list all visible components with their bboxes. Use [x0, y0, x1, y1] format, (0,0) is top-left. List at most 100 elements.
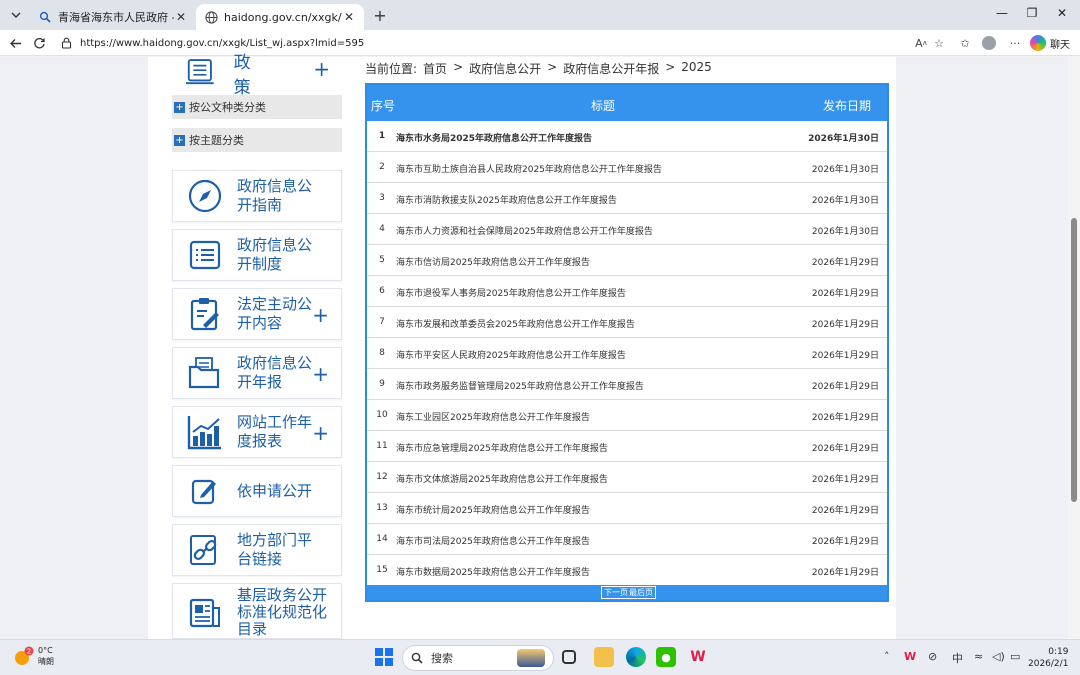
table-footer: 下一页 最后页 — [367, 585, 887, 600]
table-row[interactable]: 7 海东市发展和改革委员会2025年政府信息公开工作年度报告 2026年1月29日 — [367, 307, 887, 338]
row-title-link[interactable]: 海东市水务局2025年政府信息公开工作年度报告 — [396, 131, 786, 144]
table-row[interactable]: 4 海东市人力资源和社会保障局2025年政府信息公开工作年度报告 2026年1月30… — [367, 214, 887, 245]
row-title-link[interactable]: 海东市应急管理局2025年政府信息公开工作年度报告 — [396, 441, 786, 454]
sidebar-card-application[interactable]: 依申请公开 — [172, 465, 342, 517]
breadcrumb-link-home[interactable]: 首页 — [423, 60, 447, 77]
row-date: 2026年1月29日 — [811, 289, 879, 299]
expand-plus-icon[interactable]: + — [313, 57, 330, 81]
table-row[interactable]: 3 海东市消防救援支队2025年政府信息公开工作年度报告 2026年1月30日 — [367, 183, 887, 214]
volume-icon[interactable]: ◁) — [992, 650, 1005, 663]
sidebar-card-mandatory[interactable]: 法定主动公开内容 + — [172, 288, 342, 340]
tab-search[interactable]: 青海省海东市人民政府 - 搜索 ✕ — [30, 4, 196, 30]
read-aloud-icon[interactable]: Aʌ — [912, 34, 930, 52]
breadcrumb-link-info[interactable]: 政府信息公开 — [469, 60, 541, 77]
next-page-link[interactable]: 下一页 — [604, 587, 628, 598]
sidebar-policy-item[interactable]: 政 策 + — [172, 53, 342, 98]
table-row[interactable]: 14 海东市司法局2025年政府信息公开工作年度报告 2026年1月29日 — [367, 524, 887, 555]
row-title-link[interactable]: 海东市发展和改革委员会2025年政府信息公开工作年度报告 — [396, 317, 786, 330]
row-title-link[interactable]: 海东市数据局2025年政府信息公开工作年度报告 — [396, 565, 786, 578]
row-title-link[interactable]: 海东市文体旅游局2025年政府信息公开工作年度报告 — [396, 472, 786, 485]
edit-form-icon — [187, 473, 223, 509]
sidebar-card-system[interactable]: 政府信息公开制度 — [172, 229, 342, 281]
row-number: 14 — [376, 534, 388, 544]
wechat-icon[interactable]: ● — [656, 647, 676, 667]
file-explorer-icon[interactable] — [594, 647, 614, 667]
breadcrumb-separator: > — [665, 60, 676, 74]
wifi-icon[interactable]: ≈ — [974, 650, 983, 663]
profile-avatar[interactable] — [980, 34, 998, 52]
row-title-link[interactable]: 海东市退役军人事务局2025年政府信息公开工作年度报告 — [396, 286, 786, 299]
card-label: 网站工作年度报表 — [237, 413, 313, 450]
wps-tray-icon[interactable]: W — [904, 650, 916, 663]
table-row[interactable]: 2 海东市互助土族自治县人民政府2025年政府信息公开工作年度报告 2026年1月3… — [367, 152, 887, 183]
compass-icon — [187, 178, 223, 214]
start-button[interactable] — [375, 648, 393, 666]
scrollbar-thumb[interactable] — [1071, 218, 1077, 502]
row-number: 12 — [376, 472, 388, 482]
close-icon[interactable]: ✕ — [342, 10, 356, 24]
row-title-link[interactable]: 海东市平安区人民政府2025年政府信息公开工作年度报告 — [396, 348, 786, 361]
sidebar-card-dept-links[interactable]: 地方部门平台链接 — [172, 524, 342, 576]
card-label: 地方部门平台链接 — [237, 531, 313, 568]
breadcrumb-link-annual[interactable]: 政府信息公开年报 — [563, 60, 659, 77]
minimize-icon[interactable]: — — [992, 6, 1012, 20]
sidebar-card-website-report[interactable]: 网站工作年度报表 + — [172, 406, 342, 458]
last-page-link[interactable]: 最后页 — [629, 587, 653, 598]
network-off-icon[interactable]: ⊘ — [928, 650, 937, 663]
url-input[interactable] — [80, 37, 580, 49]
back-button[interactable] — [6, 34, 24, 52]
table-row[interactable]: 1 海东市水务局2025年政府信息公开工作年度报告 2026年1月30日 — [367, 121, 887, 152]
favorites-icon[interactable]: ✩ — [956, 34, 974, 52]
refresh-button[interactable] — [30, 34, 48, 52]
table-row[interactable]: 13 海东市统计局2025年政府信息公开工作年度报告 2026年1月29日 — [367, 493, 887, 524]
expand-plus-icon[interactable]: + — [312, 421, 329, 445]
edge-browser-icon[interactable] — [626, 647, 646, 667]
tab-haidong[interactable]: haidong.gov.cn/xxgk/List_wj.aspx ✕ — [196, 4, 364, 30]
row-title-link[interactable]: 海东市政务服务监督管理局2025年政府信息公开工作年度报告 — [396, 379, 786, 392]
table-row[interactable]: 8 海东市平安区人民政府2025年政府信息公开工作年度报告 2026年1月29日 — [367, 338, 887, 369]
table-row[interactable]: 9 海东市政务服务监督管理局2025年政府信息公开工作年度报告 2026年1月29日 — [367, 369, 887, 400]
row-date: 2026年1月30日 — [811, 196, 879, 206]
url-field[interactable] — [54, 33, 914, 53]
row-title-link[interactable]: 海东市司法局2025年政府信息公开工作年度报告 — [396, 534, 786, 547]
table-row[interactable]: 15 海东市数据局2025年政府信息公开工作年度报告 2026年1月29日 — [367, 555, 887, 586]
row-number: 1 — [378, 131, 386, 141]
weather-badge: 2 — [27, 648, 31, 656]
row-number: 2 — [379, 162, 385, 172]
row-title-link[interactable]: 海东市信访局2025年政府信息公开工作年度报告 — [396, 255, 786, 268]
clock[interactable]: 0:19 2026/2/1 — [1028, 646, 1068, 670]
row-title-link[interactable]: 海东市统计局2025年政府信息公开工作年度报告 — [396, 503, 786, 516]
battery-icon[interactable]: ▭ — [1010, 650, 1020, 663]
restore-icon[interactable]: ❐ — [1022, 6, 1042, 20]
sidebar-card-annual-report[interactable]: 政府信息公开年报 + — [172, 347, 342, 399]
close-window-icon[interactable]: ✕ — [1052, 6, 1072, 20]
taskbar-search[interactable]: 搜索 — [402, 645, 554, 671]
task-view-icon[interactable] — [562, 650, 576, 664]
tab-actions-button[interactable] — [6, 5, 26, 25]
chevron-up-icon[interactable]: ˄ — [884, 650, 890, 663]
wps-icon[interactable]: W — [688, 647, 708, 667]
table-row[interactable]: 12 海东市文体旅游局2025年政府信息公开工作年度报告 2026年1月29日 — [367, 462, 887, 493]
sidebar-card-guide[interactable]: 政府信息公开指南 — [172, 170, 342, 222]
new-tab-button[interactable]: + — [370, 5, 390, 25]
favorite-star-icon[interactable]: ☆ — [930, 34, 948, 52]
row-title-link[interactable]: 海东市互助土族自治县人民政府2025年政府信息公开工作年度报告 — [396, 162, 786, 175]
sidebar-card-standard-catalog[interactable]: 基层政务公开标准化规范化目录 — [172, 583, 342, 639]
category-by-doc-type[interactable]: + 按公文种类分类 — [172, 95, 342, 119]
expand-plus-icon[interactable]: + — [312, 362, 329, 386]
row-title-link[interactable]: 海东市人力资源和社会保障局2025年政府信息公开工作年度报告 — [396, 224, 786, 237]
table-row[interactable]: 10 海东工业园区2025年政府信息公开工作年度报告 2026年1月29日 — [367, 400, 887, 431]
row-title-link[interactable]: 海东市消防救援支队2025年政府信息公开工作年度报告 — [396, 193, 786, 206]
ime-indicator[interactable]: 中 — [952, 650, 963, 666]
expand-plus-icon[interactable]: + — [312, 303, 329, 327]
chevron-down-icon — [11, 12, 21, 18]
category-by-topic[interactable]: + 按主题分类 — [172, 128, 342, 152]
more-menu-icon[interactable]: ··· — [1006, 34, 1024, 52]
table-row[interactable]: 11 海东市应急管理局2025年政府信息公开工作年度报告 2026年1月29日 — [367, 431, 887, 462]
row-title-link[interactable]: 海东工业园区2025年政府信息公开工作年度报告 — [396, 410, 786, 423]
weather-widget[interactable]: 2 0°C 晴朗 — [12, 645, 54, 667]
table-row[interactable]: 5 海东市信访局2025年政府信息公开工作年度报告 2026年1月29日 — [367, 245, 887, 276]
copilot-button[interactable]: 聊天 — [1030, 33, 1070, 53]
table-row[interactable]: 6 海东市退役军人事务局2025年政府信息公开工作年度报告 2026年1月29日 — [367, 276, 887, 307]
close-icon[interactable]: ✕ — [174, 10, 188, 24]
